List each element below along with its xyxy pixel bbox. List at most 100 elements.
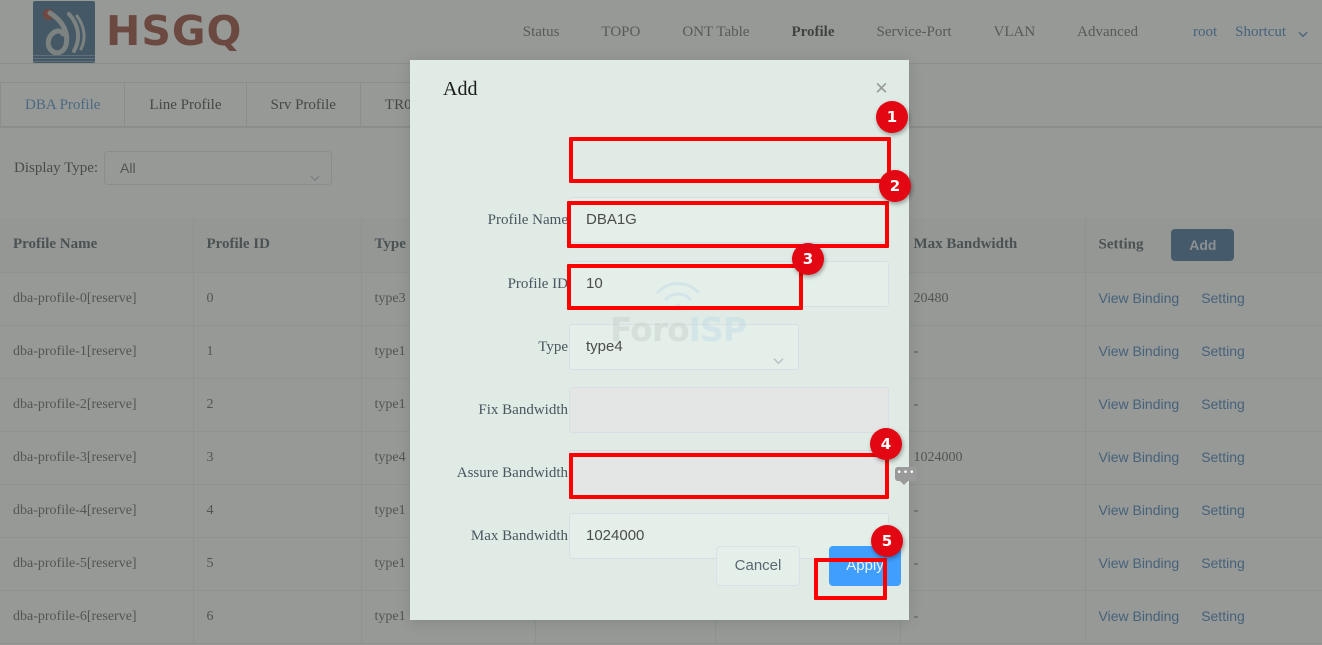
display-type-select[interactable]: All [104, 151, 332, 185]
label-profile-id: Profile ID [507, 276, 568, 292]
view-binding-link[interactable]: View Binding [1099, 555, 1180, 571]
current-user[interactable]: root [1159, 0, 1225, 64]
close-icon[interactable]: ✕ [873, 80, 890, 97]
label-type: Type [538, 339, 568, 355]
field-row-assure-bandwidth: Assure Bandwidth [410, 450, 909, 496]
brand-logo[interactable]: HSGQ [0, 0, 243, 63]
cell-profile-id: 5 [193, 537, 362, 591]
field-row-profile-name: Profile Name DBA1G [410, 197, 909, 243]
cell-profile-id: 6 [193, 590, 362, 644]
shortcut-menu[interactable]: Shortcut [1225, 0, 1292, 64]
cell-max-bandwidth: - [900, 378, 1086, 432]
view-binding-link[interactable]: View Binding [1099, 290, 1180, 306]
cell-profile-name: dba-profile-4[reserve] [0, 484, 194, 538]
nav-item-topo[interactable]: TOPO [580, 0, 661, 64]
step-badge-3: 3 [792, 243, 824, 275]
nav-item-advanced[interactable]: Advanced [1056, 0, 1159, 64]
label-fix-bandwidth: Fix Bandwidth [478, 402, 568, 418]
cell-profile-name: dba-profile-3[reserve] [0, 431, 194, 485]
step-badge-5: 5 [871, 525, 903, 557]
cell-setting: View Binding Setting [1085, 537, 1322, 591]
field-row-type: Type type4 [410, 324, 909, 370]
cell-setting: View Binding Setting [1085, 325, 1322, 379]
cell-setting: View Binding Setting [1085, 272, 1322, 326]
cell-profile-id: 1 [193, 325, 362, 379]
row-setting-link[interactable]: Setting [1201, 290, 1245, 306]
tab-srv-profile[interactable]: Srv Profile [245, 82, 361, 126]
row-setting-link[interactable]: Setting [1201, 449, 1245, 465]
main-navigation: Status TOPO ONT Table Profile Service-Po… [502, 0, 1322, 64]
cell-max-bandwidth: - [900, 484, 1086, 538]
type-select[interactable]: type4 [569, 324, 799, 370]
cell-setting: View Binding Setting [1085, 484, 1322, 538]
fix-bandwidth-input [569, 387, 889, 433]
nav-item-ont-table[interactable]: ONT Table [661, 0, 770, 64]
row-setting-link[interactable]: Setting [1201, 396, 1245, 412]
step-badge-2: 2 [879, 170, 911, 202]
cell-profile-name: dba-profile-6[reserve] [0, 590, 194, 644]
shortcut-label: Shortcut [1235, 23, 1286, 40]
tab-dba-profile[interactable]: DBA Profile [0, 82, 126, 126]
cell-setting: View Binding Setting [1085, 431, 1322, 485]
add-dba-profile-dialog: Add ✕ Profile Name DBA1G Profile ID 10 T… [410, 60, 909, 620]
cell-profile-id: 4 [193, 484, 362, 538]
chevron-down-icon [772, 341, 785, 365]
cell-profile-name: dba-profile-1[reserve] [0, 325, 194, 379]
label-profile-name: Profile Name [487, 212, 568, 228]
view-binding-link[interactable]: View Binding [1099, 396, 1180, 412]
brand-name: HSGQ [106, 7, 243, 55]
display-type-label: Display Type: [14, 160, 99, 176]
hsgq-droplet-logo-icon [33, 0, 95, 63]
column-header-setting-label: Setting [1098, 236, 1144, 253]
chevron-down-icon[interactable] [1297, 27, 1308, 38]
cell-profile-id: 0 [193, 272, 362, 326]
profile-id-input[interactable]: 10 [569, 261, 889, 307]
chevron-down-icon [309, 163, 320, 182]
nav-item-vlan[interactable]: VLAN [973, 0, 1057, 64]
dialog-title: Add [443, 78, 478, 100]
assure-bandwidth-input [569, 450, 889, 496]
view-binding-link[interactable]: View Binding [1099, 502, 1180, 518]
row-setting-link[interactable]: Setting [1201, 343, 1245, 359]
nav-item-profile[interactable]: Profile [770, 0, 855, 64]
logo-stripes-icon [33, 53, 95, 62]
app-header: HSGQ Status TOPO ONT Table Profile Servi… [0, 0, 1322, 64]
cell-max-bandwidth: - [900, 537, 1086, 591]
nav-item-status[interactable]: Status [502, 0, 581, 64]
cell-profile-name: dba-profile-0[reserve] [0, 272, 194, 326]
cell-profile-id: 3 [193, 431, 362, 485]
tab-line-profile[interactable]: Line Profile [124, 82, 247, 126]
column-header-max-bandwidth: Max Bandwidth [900, 218, 1086, 273]
column-header-profile-name: Profile Name [0, 218, 194, 273]
input-hint-bubble: ••• [895, 467, 917, 485]
type-select-value: type4 [586, 338, 623, 355]
cell-max-bandwidth: - [900, 325, 1086, 379]
column-header-profile-id: Profile ID [193, 218, 362, 273]
view-binding-link[interactable]: View Binding [1099, 343, 1180, 359]
view-binding-link[interactable]: View Binding [1099, 608, 1180, 624]
cell-profile-name: dba-profile-2[reserve] [0, 378, 194, 432]
row-setting-link[interactable]: Setting [1201, 555, 1245, 571]
cell-setting: View Binding Setting [1085, 378, 1322, 432]
row-setting-link[interactable]: Setting [1201, 502, 1245, 518]
cell-max-bandwidth: - [900, 590, 1086, 644]
step-badge-4: 4 [870, 428, 902, 460]
dialog-footer: Cancel Apply [410, 546, 909, 590]
profile-name-input[interactable]: DBA1G [569, 197, 889, 243]
field-row-fix-bandwidth: Fix Bandwidth [410, 387, 909, 433]
cell-max-bandwidth: 1024000 [900, 431, 1086, 485]
cancel-button[interactable]: Cancel [716, 546, 800, 586]
cell-max-bandwidth: 20480 [900, 272, 1086, 326]
nav-item-service-port[interactable]: Service-Port [856, 0, 973, 64]
column-header-setting: Setting Add [1085, 218, 1322, 273]
cell-setting: View Binding Setting [1085, 590, 1322, 644]
field-row-profile-id: Profile ID 10 [410, 261, 909, 307]
view-binding-link[interactable]: View Binding [1099, 449, 1180, 465]
row-setting-link[interactable]: Setting [1201, 608, 1245, 624]
cell-profile-name: dba-profile-5[reserve] [0, 537, 194, 591]
label-assure-bandwidth: Assure Bandwidth [456, 465, 568, 481]
step-badge-1: 1 [876, 101, 908, 133]
add-button[interactable]: Add [1171, 228, 1235, 261]
cell-profile-id: 2 [193, 378, 362, 432]
display-type-value: All [120, 160, 136, 176]
